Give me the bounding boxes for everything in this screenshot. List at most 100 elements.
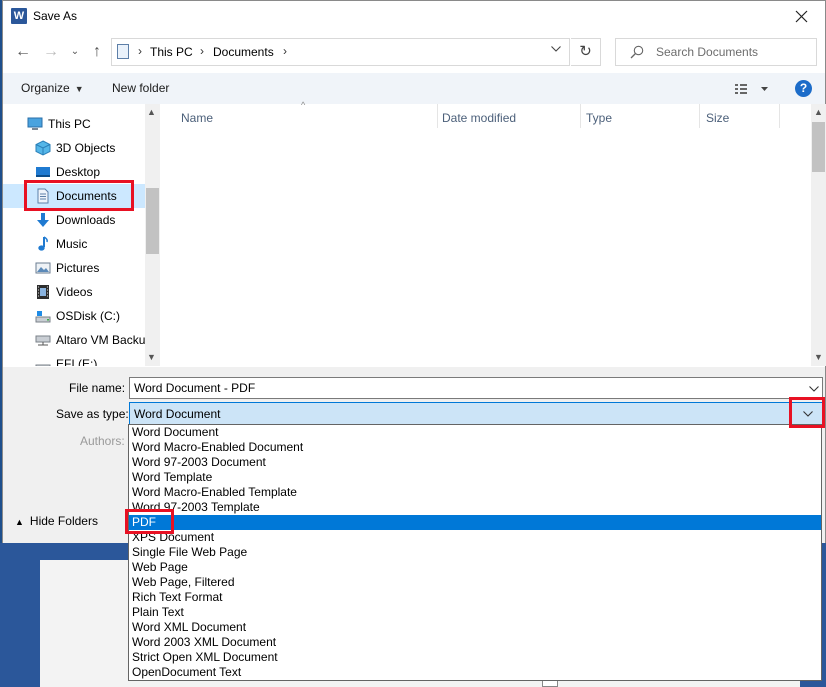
cube-icon: [35, 140, 51, 156]
desktop-icon: [36, 167, 50, 177]
organize-button[interactable]: Organize ▼: [21, 81, 84, 95]
search-box[interactable]: [615, 38, 817, 66]
tree-item-label: Desktop: [56, 165, 101, 179]
recent-locations-button[interactable]: ⌄: [65, 41, 85, 63]
file-list-scrollbar[interactable]: ▲ ▼: [811, 104, 826, 366]
chevron-up-icon: ▲: [15, 517, 24, 527]
chevron-right-icon[interactable]: ›: [138, 44, 142, 58]
help-button[interactable]: ?: [795, 80, 812, 97]
computer-icon: [27, 117, 43, 130]
music-icon: [38, 236, 48, 251]
save-type-option[interactable]: Word Macro-Enabled Template: [129, 485, 821, 500]
tree-item-label: OSDisk (C:): [56, 309, 120, 323]
authors-label: Authors:: [80, 434, 125, 448]
sort-ascending-icon: ^: [301, 100, 306, 110]
scrollbar-thumb[interactable]: [146, 188, 159, 254]
network-drive-icon: [35, 335, 51, 346]
download-icon: [37, 213, 49, 227]
save-type-option[interactable]: Rich Text Format: [129, 590, 821, 605]
tree-item-label: 3D Objects: [56, 141, 116, 155]
save-type-option[interactable]: Strict Open XML Document: [129, 650, 821, 665]
tree-item-pictures[interactable]: Pictures: [3, 256, 145, 280]
save-type-option[interactable]: Word Document: [129, 425, 821, 440]
file-list[interactable]: ^ Name Date modified Type Size: [165, 100, 810, 366]
save-type-option[interactable]: Single File Web Page: [129, 545, 821, 560]
back-button[interactable]: ←: [13, 41, 33, 63]
address-dropdown-icon[interactable]: [551, 46, 561, 52]
save-type-option[interactable]: Word 2003 XML Document: [129, 635, 821, 650]
scrollbar-thumb[interactable]: [812, 122, 825, 172]
column-divider[interactable]: [699, 104, 700, 128]
tree-item-music[interactable]: Music: [3, 232, 145, 256]
column-header-date-modified[interactable]: Date modified: [442, 111, 516, 125]
save-type-option[interactable]: Word 97-2003 Document: [129, 455, 821, 470]
breadcrumb-documents[interactable]: Documents: [213, 45, 274, 59]
address-bar[interactable]: › This PC › Documents ›: [111, 38, 570, 66]
column-divider[interactable]: [580, 104, 581, 128]
column-header-type[interactable]: Type: [586, 111, 612, 125]
tree-item-label: This PC: [48, 117, 91, 131]
close-button[interactable]: [779, 1, 825, 32]
file-name-input[interactable]: [134, 380, 794, 396]
tree-item-label: Downloads: [56, 213, 116, 227]
new-folder-button[interactable]: New folder: [112, 81, 169, 95]
tree-item-label: Music: [56, 237, 88, 251]
save-type-option[interactable]: XPS Document: [129, 530, 821, 545]
pictures-icon: [35, 262, 51, 274]
file-name-combobox[interactable]: [129, 377, 823, 399]
column-header-size[interactable]: Size: [706, 111, 729, 125]
tree-item-label: Pictures: [56, 261, 100, 275]
tree-item-documents[interactable]: Documents: [3, 184, 145, 208]
save-as-type-dropdown-button[interactable]: [794, 403, 822, 424]
save-type-option[interactable]: Web Page, Filtered: [129, 575, 821, 590]
save-as-type-dropdown-list[interactable]: Word Document Word Macro-Enabled Documen…: [128, 424, 822, 681]
breadcrumb-this-pc[interactable]: This PC: [150, 45, 193, 59]
search-input[interactable]: [656, 44, 811, 60]
refresh-button[interactable]: ↻: [571, 38, 601, 66]
scroll-down-icon[interactable]: ▼: [147, 352, 156, 362]
tree-item-desktop[interactable]: Desktop: [3, 160, 145, 184]
up-button[interactable]: ↑: [87, 41, 107, 63]
column-divider[interactable]: [779, 104, 780, 128]
chevron-right-icon[interactable]: ›: [283, 44, 287, 58]
hide-folders-button[interactable]: ▲ Hide Folders: [15, 514, 98, 528]
column-header-name[interactable]: Name: [181, 111, 213, 125]
save-type-option[interactable]: Word Macro-Enabled Document: [129, 440, 821, 455]
caret-down-icon: ▼: [74, 84, 84, 94]
tree-item-videos[interactable]: Videos: [3, 280, 145, 304]
save-type-option-pdf[interactable]: PDF: [129, 515, 821, 530]
save-type-option[interactable]: Web Page: [129, 560, 821, 575]
tree-item-altaro[interactable]: Altaro VM Backu: [3, 328, 145, 352]
video-icon: [37, 285, 49, 299]
save-type-option[interactable]: Word Template: [129, 470, 821, 485]
scroll-down-icon[interactable]: ▼: [814, 352, 823, 362]
search-icon: [630, 45, 644, 59]
tree-item-this-pc[interactable]: This PC: [3, 112, 145, 136]
save-type-option[interactable]: Word 97-2003 Template: [129, 500, 821, 515]
save-type-option[interactable]: Word XML Document: [129, 620, 821, 635]
scroll-up-icon[interactable]: ▲: [147, 107, 156, 117]
chevron-right-icon[interactable]: ›: [200, 44, 204, 58]
tree-item-downloads[interactable]: Downloads: [3, 208, 145, 232]
view-options-button[interactable]: [731, 81, 771, 97]
forward-button[interactable]: →: [41, 41, 61, 63]
tree-item-efi[interactable]: EFI (E:): [3, 352, 145, 366]
tree-item-label: Documents: [56, 189, 117, 203]
save-as-type-label: Save as type:: [56, 407, 129, 421]
save-type-option[interactable]: OpenDocument Text: [129, 665, 821, 680]
save-as-type-value: Word Document: [134, 407, 221, 421]
chevron-down-icon[interactable]: [809, 386, 819, 392]
column-divider[interactable]: [437, 104, 438, 128]
organize-label: Organize: [21, 81, 70, 95]
tree-item-3d-objects[interactable]: 3D Objects: [3, 136, 145, 160]
navigation-pane: This PC 3D Objects Desktop Documents Dow…: [3, 104, 163, 366]
save-as-type-select[interactable]: Word Document: [129, 402, 823, 425]
word-app-icon: W: [11, 8, 27, 24]
tree-item-label: Videos: [56, 285, 93, 299]
save-type-option[interactable]: Plain Text: [129, 605, 821, 620]
close-icon: [795, 10, 808, 23]
tree-item-osdisk[interactable]: OSDisk (C:): [3, 304, 145, 328]
chevron-down-icon: [803, 411, 813, 417]
navigation-pane-scrollbar[interactable]: ▲ ▼: [145, 104, 160, 366]
scroll-up-icon[interactable]: ▲: [814, 107, 823, 117]
